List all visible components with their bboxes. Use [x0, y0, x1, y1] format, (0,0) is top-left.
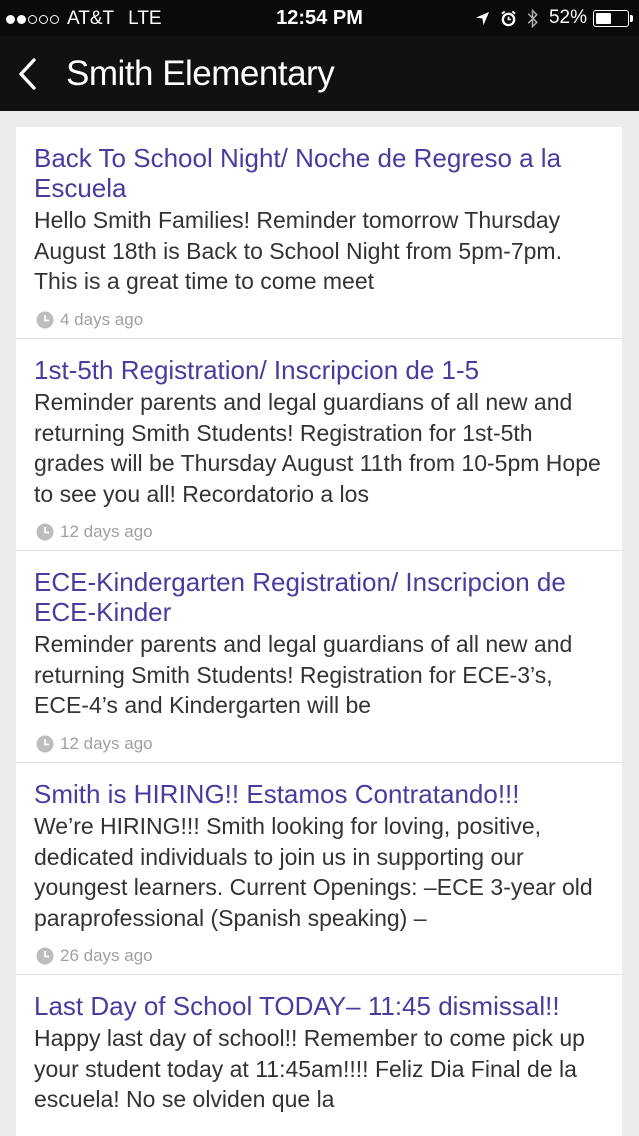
- news-item-body: Reminder parents and legal guardians of …: [34, 631, 573, 718]
- news-item-title[interactable]: Last Day of School TODAY– 11:45 dismissa…: [34, 991, 604, 1021]
- news-item-body: Reminder parents and legal guardians of …: [34, 389, 601, 507]
- news-item-body: Hello Smith Families! Reminder tomorrow …: [34, 207, 562, 294]
- alarm-clock-icon: [500, 10, 517, 27]
- news-item[interactable]: ECE-Kindergarten Registration/ Inscripci…: [16, 551, 622, 763]
- news-feed[interactable]: Back To School Night/ Noche de Regreso a…: [16, 127, 622, 1136]
- news-item[interactable]: 1st-5th Registration/ Inscripcion de 1-5…: [16, 339, 622, 551]
- news-item-meta: 12 days ago: [36, 734, 153, 754]
- back-button[interactable]: [2, 36, 52, 111]
- location-arrow-icon: [475, 11, 490, 26]
- battery-level: [596, 12, 612, 24]
- news-item-title[interactable]: Smith is HIRING!! Estamos Contratando!!!: [34, 779, 604, 809]
- news-item-time: 4 days ago: [60, 310, 144, 329]
- news-item-meta: 12 days ago: [36, 522, 153, 542]
- news-item-time: 12 days ago: [60, 522, 153, 541]
- news-item[interactable]: Last Day of School TODAY– 11:45 dismissa…: [16, 975, 622, 1136]
- status-right: 52%: [475, 7, 633, 29]
- battery-percent: 52%: [548, 7, 587, 28]
- status-bar: AT&T LTE 12:54 PM 52%: [0, 0, 639, 36]
- battery-icon: [593, 9, 633, 27]
- news-item-time: 12 days ago: [60, 734, 153, 753]
- news-item-title[interactable]: 1st-5th Registration/ Inscripcion de 1-5: [34, 355, 604, 385]
- chevron-left-icon: [19, 57, 36, 90]
- news-item-body: We’re HIRING!!! Smith looking for loving…: [34, 813, 593, 931]
- news-item-meta: 26 days ago: [36, 946, 153, 966]
- news-item-body: Happy last day of school!! Remember to c…: [34, 1025, 585, 1112]
- news-item-title[interactable]: Back To School Night/ Noche de Regreso a…: [34, 143, 604, 203]
- clock-icon: [36, 947, 54, 965]
- news-item-time: 26 days ago: [60, 946, 153, 965]
- news-item-title[interactable]: ECE-Kindergarten Registration/ Inscripci…: [34, 567, 604, 627]
- bluetooth-icon: [527, 8, 539, 28]
- clock-icon: [36, 523, 54, 541]
- news-item[interactable]: Back To School Night/ Noche de Regreso a…: [16, 127, 622, 339]
- page-title: Smith Elementary: [66, 53, 335, 93]
- news-item[interactable]: Smith is HIRING!! Estamos Contratando!!!…: [16, 763, 622, 975]
- clock-icon: [36, 735, 54, 753]
- news-item-meta: 4 days ago: [36, 310, 143, 330]
- navigation-bar: Smith Elementary: [0, 36, 639, 111]
- clock-icon: [36, 311, 54, 329]
